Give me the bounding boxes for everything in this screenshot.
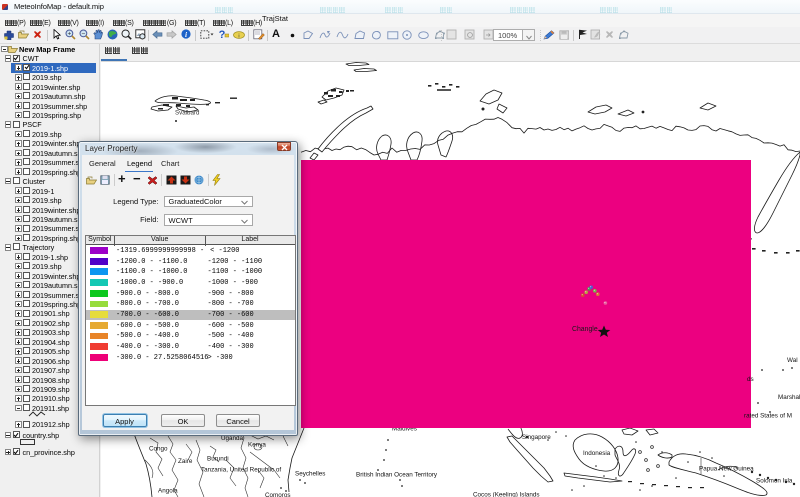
- svg-text:Angola: Angola: [158, 488, 178, 495]
- svg-text:ds: ds: [747, 376, 754, 383]
- svg-text:Seychelles: Seychelles: [295, 471, 325, 478]
- svg-text:Comoros: Comoros: [265, 492, 291, 497]
- svg-text:Tanzania, United Republic of: Tanzania, United Republic of: [201, 467, 281, 474]
- svg-text:Burundi: Burundi: [207, 456, 229, 463]
- svg-text:Changle: Changle: [572, 326, 598, 333]
- svg-text:Svalbard: Svalbard: [175, 110, 200, 117]
- svg-text:Congo: Congo: [149, 446, 168, 453]
- svg-text:Uganda: Uganda: [221, 435, 244, 442]
- svg-text:Papua New Guinea: Papua New Guinea: [699, 466, 754, 473]
- svg-text:Singapore: Singapore: [522, 434, 551, 441]
- svg-text:British Indian Ocean Territory: British Indian Ocean Territory: [356, 472, 438, 479]
- svg-text:Marshall: Marshall: [778, 394, 800, 401]
- svg-text:Solomon Isla: Solomon Isla: [756, 478, 793, 485]
- svg-text:Zaire: Zaire: [178, 458, 193, 465]
- svg-text:Wal: Wal: [787, 357, 798, 364]
- svg-text:Cocos (Keeling) Islands: Cocos (Keeling) Islands: [473, 492, 540, 497]
- svg-text:Indonesia: Indonesia: [583, 450, 611, 457]
- svg-text:rated States of M: rated States of M: [744, 413, 792, 420]
- svg-text:Kenya: Kenya: [248, 442, 266, 449]
